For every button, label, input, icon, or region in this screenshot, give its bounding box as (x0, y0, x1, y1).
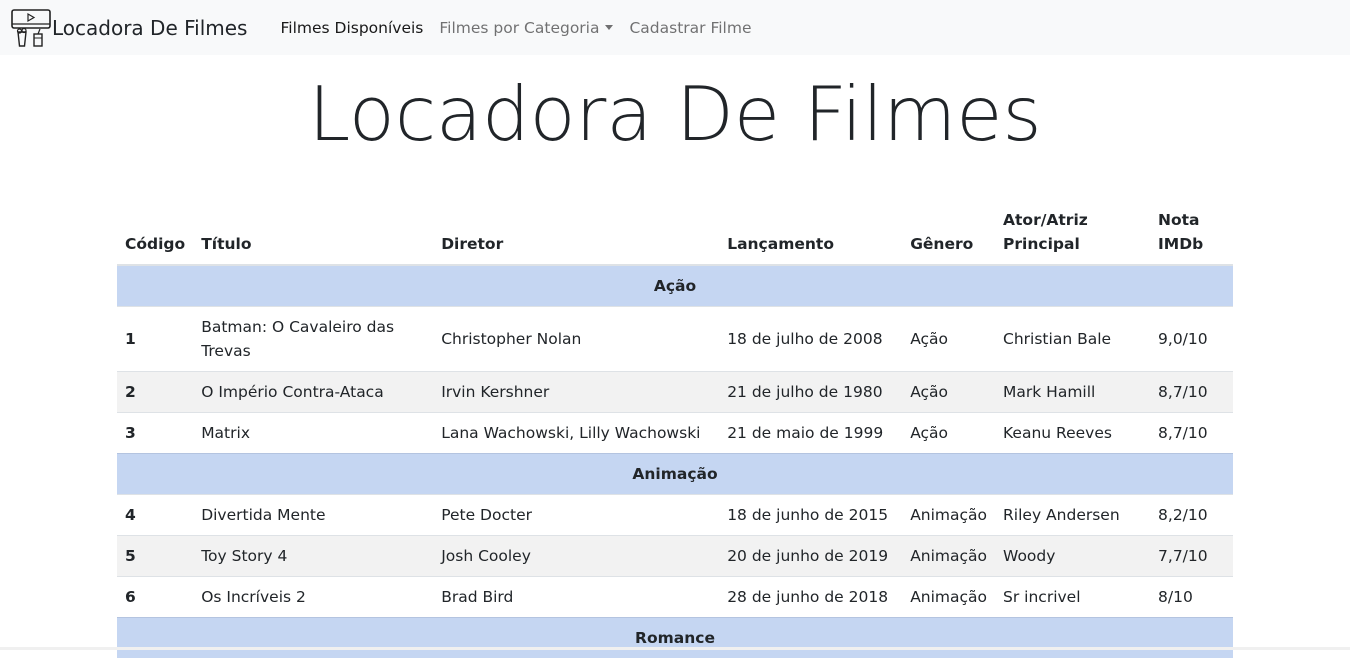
movies-table: Código Título Diretor Lançamento Gênero … (117, 200, 1233, 658)
category-label: Romance (117, 618, 1233, 658)
brand-title: Locadora De Filmes (52, 16, 247, 40)
cell-genero: Ação (902, 307, 995, 372)
cell-lancamento: 20 de junho de 2019 (719, 536, 902, 577)
table-row: 2O Império Contra-AtacaIrvin Kershner21 … (117, 372, 1233, 413)
cell-lancamento: 21 de maio de 1999 (719, 413, 902, 454)
header-lancamento: Lançamento (719, 200, 902, 265)
cell-diretor: Brad Bird (433, 577, 719, 618)
navbar: Locadora De Filmes Filmes Disponíveis Fi… (0, 0, 1350, 55)
category-label: Ação (117, 265, 1233, 307)
table-header-row: Código Título Diretor Lançamento Gênero … (117, 200, 1233, 265)
cell-diretor: Josh Cooley (433, 536, 719, 577)
nav-link-filmes-disponiveis[interactable]: Filmes Disponíveis (272, 19, 431, 37)
cell-genero: Animação (902, 495, 995, 536)
cell-ator: Sr incrivel (995, 577, 1150, 618)
cell-ator: Keanu Reeves (995, 413, 1150, 454)
table-row: 3MatrixLana Wachowski, Lilly Wachowski21… (117, 413, 1233, 454)
table-row: 6Os Incríveis 2Brad Bird28 de junho de 2… (117, 577, 1233, 618)
cell-nota: 7,7/10 (1150, 536, 1233, 577)
header-codigo: Código (117, 200, 193, 265)
table-body: Ação1Batman: O Cavaleiro das TrevasChris… (117, 265, 1233, 658)
cell-codigo: 1 (117, 307, 193, 372)
cell-titulo: Divertida Mente (193, 495, 433, 536)
brand-link[interactable]: Locadora De Filmes (10, 7, 247, 49)
cell-ator: Mark Hamill (995, 372, 1150, 413)
table-row: 4Divertida MentePete Docter18 de junho d… (117, 495, 1233, 536)
cell-codigo: 2 (117, 372, 193, 413)
category-row: Romance (117, 618, 1233, 658)
cell-ator: Woody (995, 536, 1150, 577)
category-row: Ação (117, 265, 1233, 307)
category-row: Animação (117, 454, 1233, 495)
table-row: 5Toy Story 4Josh Cooley20 de junho de 20… (117, 536, 1233, 577)
cell-codigo: 3 (117, 413, 193, 454)
cell-ator: Riley Andersen (995, 495, 1150, 536)
cell-lancamento: 18 de junho de 2015 (719, 495, 902, 536)
header-nota-line1: Nota (1158, 211, 1200, 229)
cell-nota: 8/10 (1150, 577, 1233, 618)
cell-nota: 9,0/10 (1150, 307, 1233, 372)
nav-link-filmes-por-categoria-label: Filmes por Categoria (439, 19, 599, 37)
cinema-icon (10, 7, 52, 49)
header-ator-line2: Principal (1003, 235, 1080, 253)
header-diretor: Diretor (433, 200, 719, 265)
cell-genero: Animação (902, 577, 995, 618)
cell-nota: 8,2/10 (1150, 495, 1233, 536)
cell-ator: Christian Bale (995, 307, 1150, 372)
nav-link-cadastrar-filme[interactable]: Cadastrar Filme (621, 19, 759, 37)
header-genero: Gênero (902, 200, 995, 265)
cell-titulo: Matrix (193, 413, 433, 454)
cell-titulo: Os Incríveis 2 (193, 577, 433, 618)
cell-diretor: Pete Docter (433, 495, 719, 536)
cell-genero: Animação (902, 536, 995, 577)
cell-diretor: Lana Wachowski, Lilly Wachowski (433, 413, 719, 454)
cell-diretor: Christopher Nolan (433, 307, 719, 372)
header-nota-line2: IMDb (1158, 235, 1203, 253)
cell-genero: Ação (902, 413, 995, 454)
cell-titulo: O Império Contra-Ataca (193, 372, 433, 413)
header-ator-line1: Ator/Atriz (1003, 211, 1088, 229)
cell-titulo: Toy Story 4 (193, 536, 433, 577)
cell-diretor: Irvin Kershner (433, 372, 719, 413)
cell-lancamento: 28 de junho de 2018 (719, 577, 902, 618)
category-label: Animação (117, 454, 1233, 495)
table-row: 1Batman: O Cavaleiro das TrevasChristoph… (117, 307, 1233, 372)
cell-nota: 8,7/10 (1150, 372, 1233, 413)
nav-link-filmes-por-categoria[interactable]: Filmes por Categoria (431, 19, 621, 37)
cell-lancamento: 18 de julho de 2008 (719, 307, 902, 372)
chevron-down-icon (605, 25, 613, 30)
cell-genero: Ação (902, 372, 995, 413)
cell-codigo: 6 (117, 577, 193, 618)
header-ator-principal: Ator/Atriz Principal (995, 200, 1150, 265)
nav-links: Filmes Disponíveis Filmes por Categoria … (272, 19, 759, 37)
page-title: Locadora De Filmes (0, 69, 1350, 159)
cell-titulo: Batman: O Cavaleiro das Trevas (193, 307, 433, 372)
cell-codigo: 4 (117, 495, 193, 536)
movies-table-container: Código Título Diretor Lançamento Gênero … (117, 200, 1233, 658)
header-nota-imdb: Nota IMDb (1150, 200, 1233, 265)
header-titulo: Título (193, 200, 433, 265)
cell-codigo: 5 (117, 536, 193, 577)
cell-nota: 8,7/10 (1150, 413, 1233, 454)
cell-lancamento: 21 de julho de 1980 (719, 372, 902, 413)
